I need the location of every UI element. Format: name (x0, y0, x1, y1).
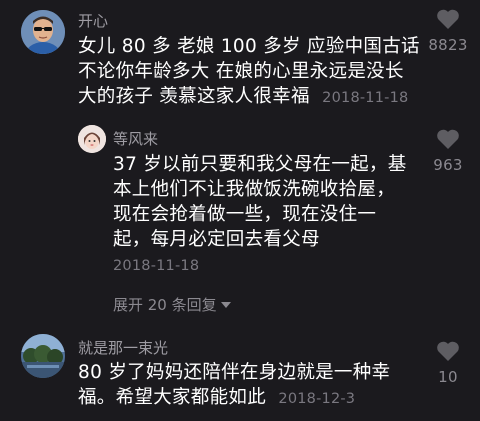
comment-text: 80 岁了妈妈还陪伴在身边就是一种幸 福。希望大家都能如此 2018-12-3 (78, 360, 390, 412)
comment-line: 女儿 80 多 老娘 100 多岁 应验中国古话 (78, 36, 420, 57)
man-with-sunglasses-avatar (21, 10, 65, 54)
reply-line: 37 岁以前只要和我父母在一起，基 (113, 154, 407, 175)
reply-timestamp: 2018-11-18 (113, 258, 200, 274)
heart-icon (437, 9, 459, 29)
like-count: 963 (433, 156, 463, 174)
heart-icon (437, 129, 459, 149)
comment-item: 开心 女儿 80 多 老娘 100 多岁 应验中国古话 不论你年龄多大 在娘的心… (0, 0, 480, 120)
comment-author[interactable]: 就是那一束光 (78, 337, 168, 358)
reply-line: 本上他们不让我做饭洗碗收拾屋， (113, 179, 396, 200)
expand-replies-button[interactable]: 展开 20 条回复 (113, 294, 231, 315)
landscape-avatar (21, 334, 65, 378)
avatar[interactable] (21, 10, 65, 54)
heart-icon (437, 341, 459, 361)
comment-item: 就是那一束光 80 岁了妈妈还陪伴在身边就是一种幸 福。希望大家都能如此 201… (0, 330, 480, 421)
comment-line: 福。希望大家都能如此 2018-12-3 (78, 385, 390, 412)
comment-line-text: 大的孩子 羡慕这家人很幸福 (78, 86, 310, 107)
expand-replies-label: 展开 20 条回复 (113, 296, 217, 314)
like-button[interactable]: 8823 (423, 8, 473, 54)
comment-line: 80 岁了妈妈还陪伴在身边就是一种幸 (78, 362, 391, 383)
comment-line: 不论你年龄多大 在娘的心里永远是没长 (78, 61, 404, 82)
like-button[interactable]: 963 (423, 128, 473, 174)
comment-line-text: 福。希望大家都能如此 (78, 387, 267, 408)
girl-avatar (78, 125, 106, 153)
comment-line: 大的孩子 羡慕这家人很幸福 2018-11-18 (78, 84, 420, 111)
comment-author[interactable]: 开心 (78, 10, 108, 31)
avatar[interactable] (21, 334, 65, 378)
like-count: 8823 (428, 36, 468, 54)
reply-line: 起，每月必定回去看父母 (113, 229, 320, 250)
like-button[interactable]: 10 (423, 340, 473, 386)
comment-text: 女儿 80 多 老娘 100 多岁 应验中国古话 不论你年龄多大 在娘的心里永远… (78, 34, 420, 111)
avatar[interactable] (78, 125, 106, 153)
reply-author[interactable]: 等风来 (113, 128, 158, 149)
comment-timestamp: 2018-12-3 (278, 391, 356, 407)
reply-line: 现在会抢着做一些，现在没住一 (113, 204, 377, 225)
comment-timestamp: 2018-11-18 (322, 90, 409, 106)
chevron-down-icon (220, 301, 231, 308)
reply-item: 等风来 37 岁以前只要和我父母在一起，基 本上他们不让我做饭洗碗收拾屋， 现在… (0, 120, 480, 290)
like-count: 10 (438, 368, 458, 386)
reply-text: 37 岁以前只要和我父母在一起，基 本上他们不让我做饭洗碗收拾屋， 现在会抢着做… (113, 152, 407, 279)
